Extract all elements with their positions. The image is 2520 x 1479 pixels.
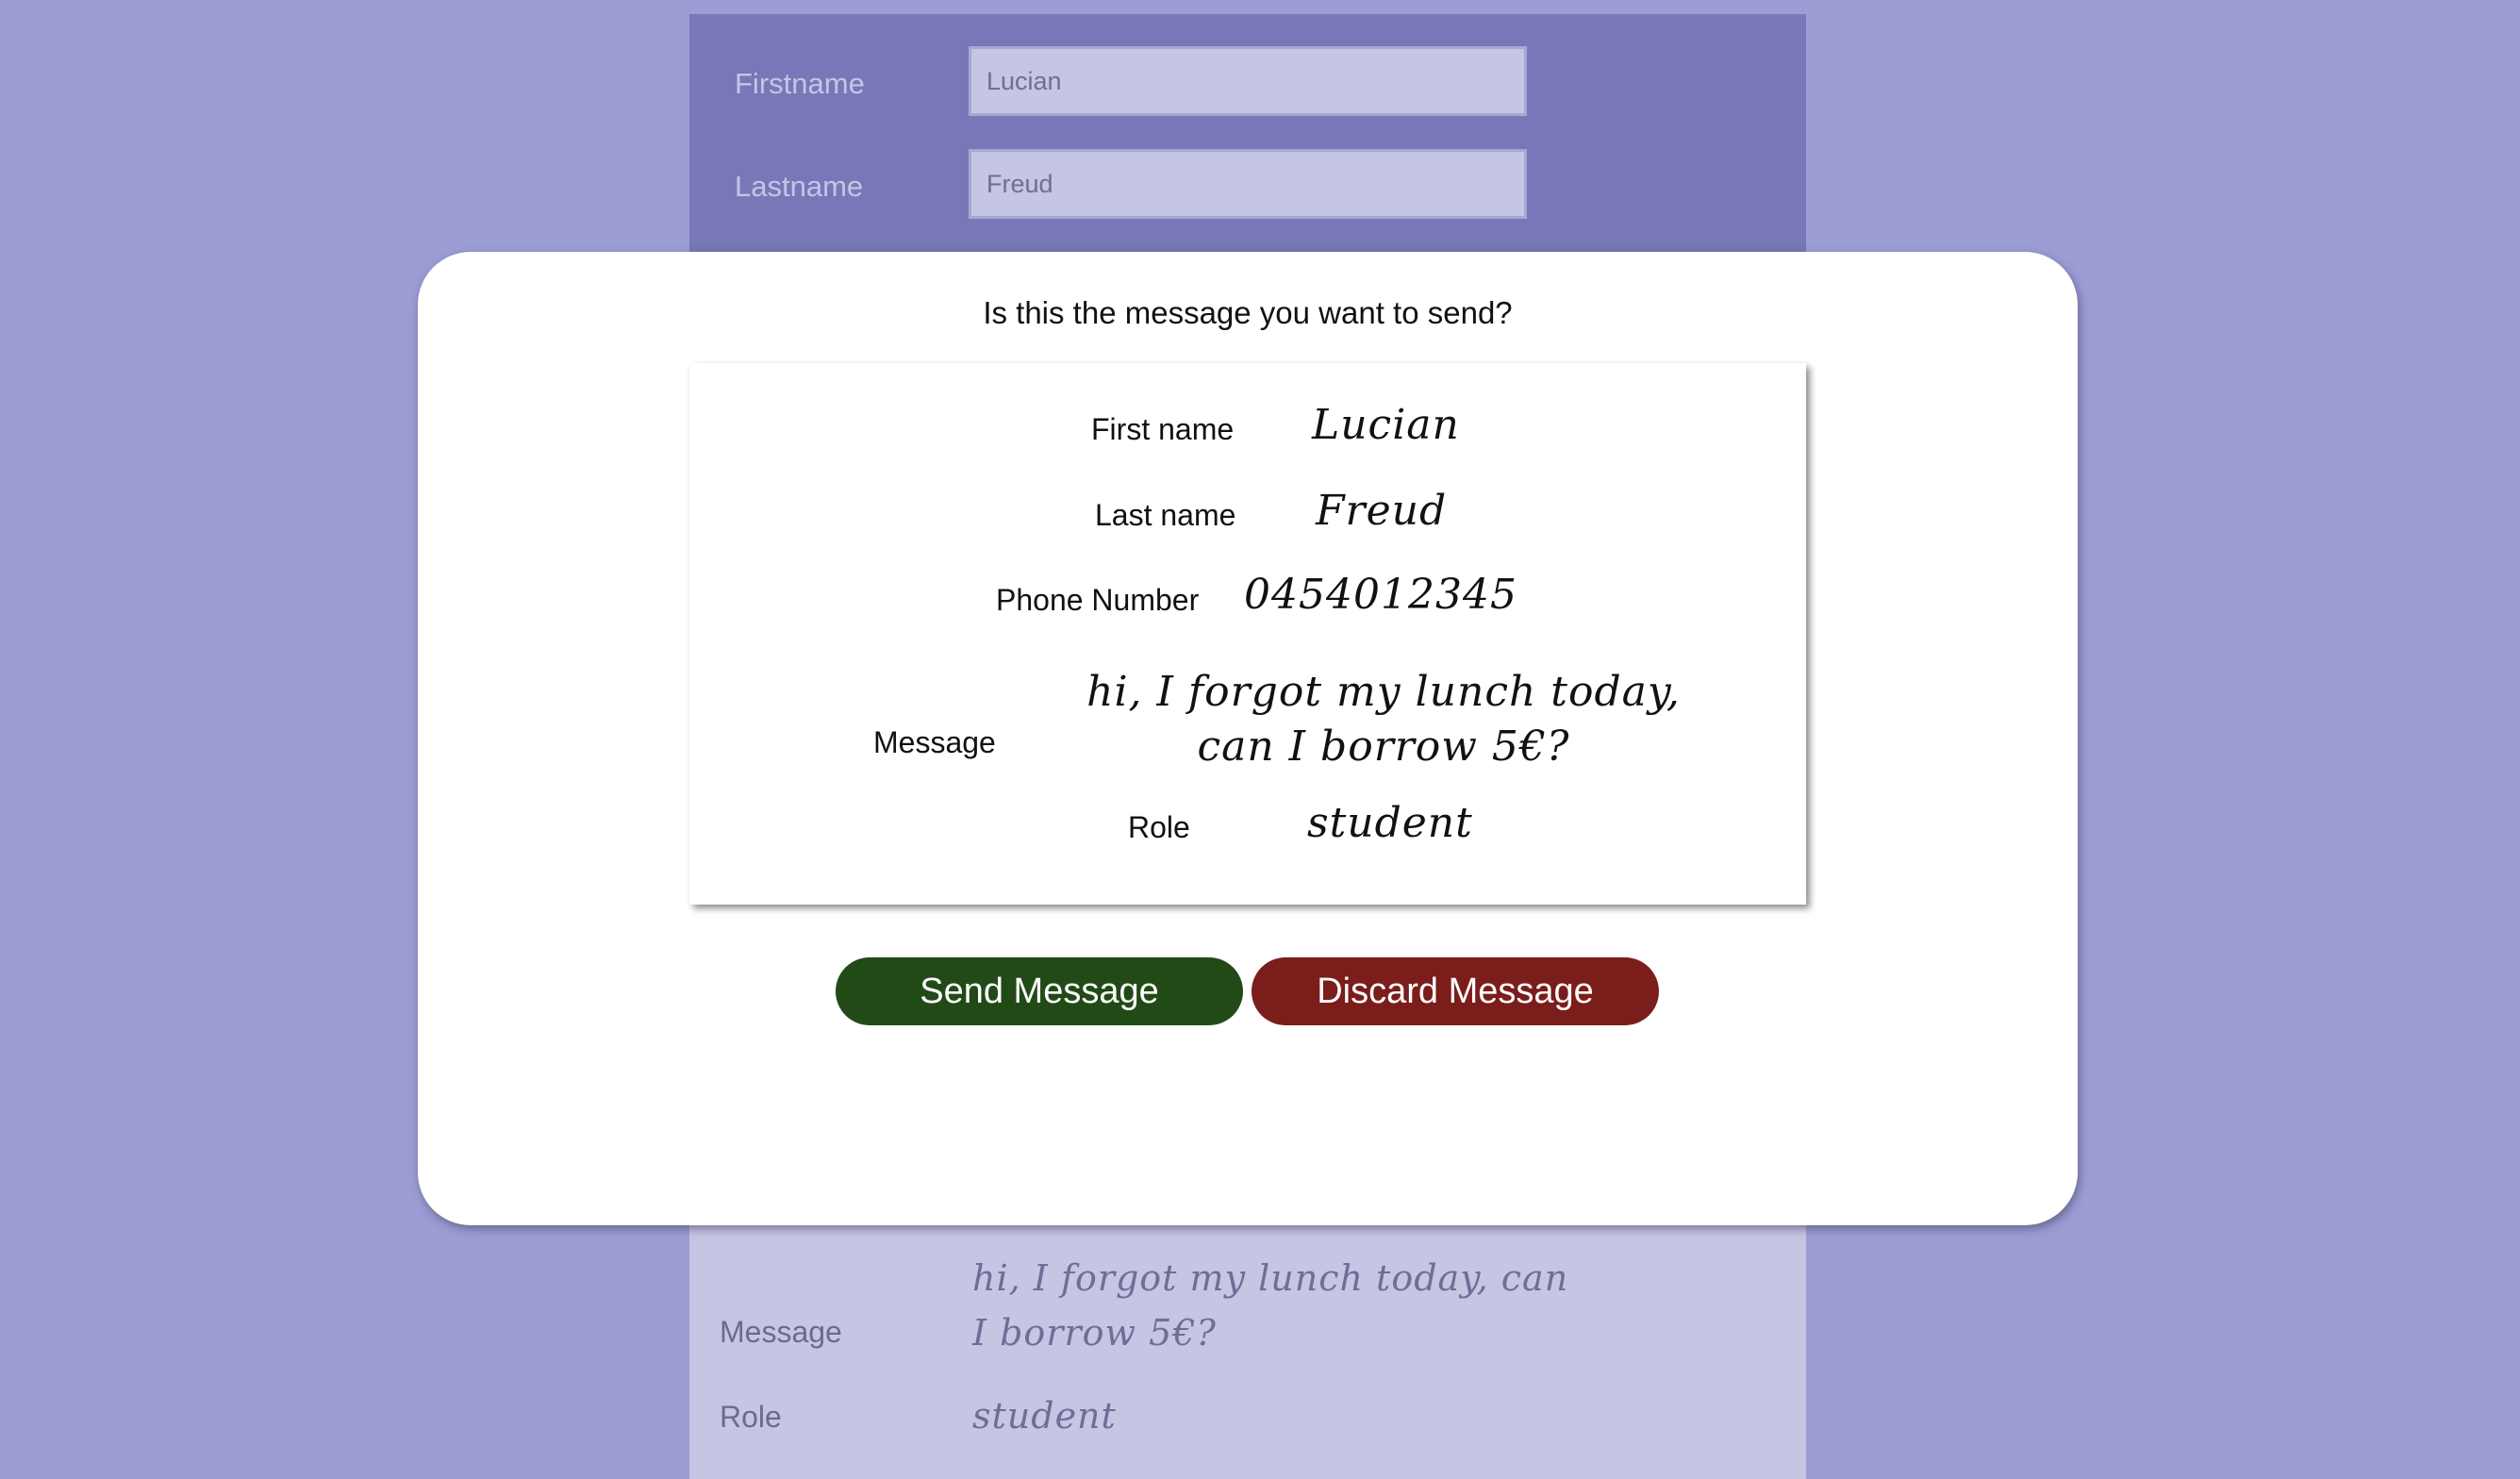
firstname-label: Firstname (735, 67, 865, 100)
message-summary: First name Lucian Last name Freud Phone … (689, 363, 1806, 905)
lastname-input[interactable]: Freud (969, 149, 1527, 219)
role-value: student (972, 1395, 1117, 1437)
last-name-value: Freud (1316, 487, 1448, 535)
first-name-value: Lucian (1312, 401, 1460, 449)
firstname-input[interactable]: Lucian (969, 46, 1527, 116)
role-value: student (1307, 799, 1473, 847)
dialog-title: Is this the message you want to send? (983, 295, 1513, 330)
role-label: Role (720, 1400, 782, 1434)
message-label: Message (720, 1315, 842, 1349)
lastname-label: Lastname (735, 170, 864, 203)
discard-message-button[interactable]: Discard Message (1252, 957, 1659, 1025)
confirm-dialog: Is this the message you want to send? Fi… (418, 252, 2078, 1225)
lastname-row: Lastname Freud (689, 149, 1806, 224)
send-message-button[interactable]: Send Message (836, 957, 1243, 1025)
firstname-row: Firstname Lucian (689, 46, 1806, 122)
last-name-label: Last name (1095, 498, 1236, 532)
background-form-body: Message hi, I forgot my lunch today, can… (689, 1222, 1806, 1479)
phone-value: 0454012345 (1244, 571, 1517, 619)
role-label: Role (1128, 810, 1190, 844)
background-form-header: Firstname Lucian Lastname Freud (689, 14, 1806, 252)
message-value: hi, I forgot my lunch today, can I borro… (1086, 668, 1681, 771)
message-value: hi, I forgot my lunch today, can I borro… (972, 1257, 1569, 1354)
message-label: Message (873, 725, 996, 759)
first-name-label: First name (1091, 412, 1235, 446)
phone-label: Phone Number (996, 583, 1200, 617)
